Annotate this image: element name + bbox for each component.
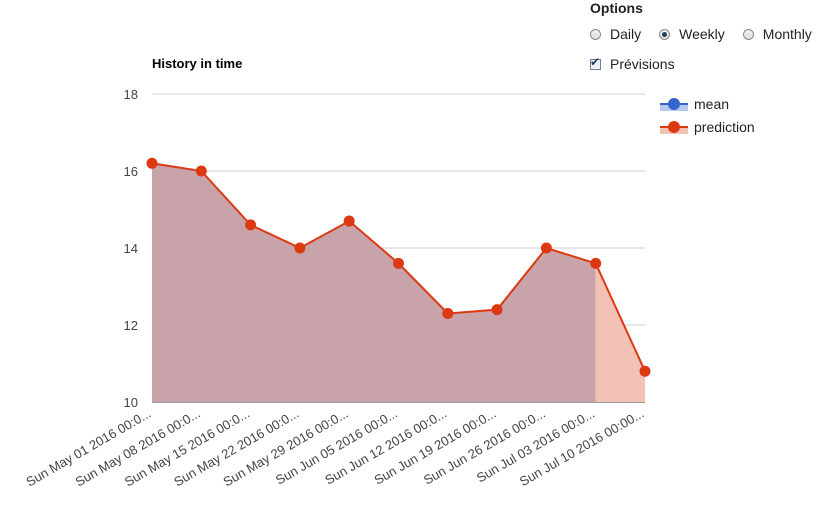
prediction-point <box>343 215 355 227</box>
legend-item-prediction[interactable]: prediction <box>660 115 755 138</box>
legend-label-mean: mean <box>694 95 730 112</box>
forecast-area <box>595 263 645 402</box>
prediction-point <box>245 219 257 231</box>
history-area <box>152 163 596 402</box>
prediction-point <box>294 242 306 254</box>
y-tick-label: 14 <box>124 241 138 256</box>
history-chart: 1012141618Sun May 01 2016 00:0...Sun May… <box>23 87 651 489</box>
chart-legend: mean prediction <box>660 92 755 138</box>
y-tick-label: 16 <box>124 164 138 179</box>
legend-item-mean[interactable]: mean <box>660 92 755 115</box>
prediction-point <box>590 257 602 269</box>
prediction-point <box>540 242 552 254</box>
prediction-point <box>146 157 158 169</box>
legend-swatch-mean <box>660 97 688 111</box>
y-tick-label: 18 <box>124 87 138 102</box>
y-tick-label: 12 <box>124 318 138 333</box>
legend-swatch-prediction <box>660 120 688 134</box>
prediction-point <box>393 257 404 269</box>
prediction-point <box>491 304 503 316</box>
legend-dot-mean <box>668 97 680 110</box>
y-tick-label: 10 <box>124 395 138 410</box>
prediction-point <box>639 365 651 377</box>
prediction-point <box>195 165 207 177</box>
legend-label-prediction: prediction <box>694 118 755 135</box>
legend-dot-prediction <box>668 120 680 133</box>
prediction-point <box>442 307 454 319</box>
